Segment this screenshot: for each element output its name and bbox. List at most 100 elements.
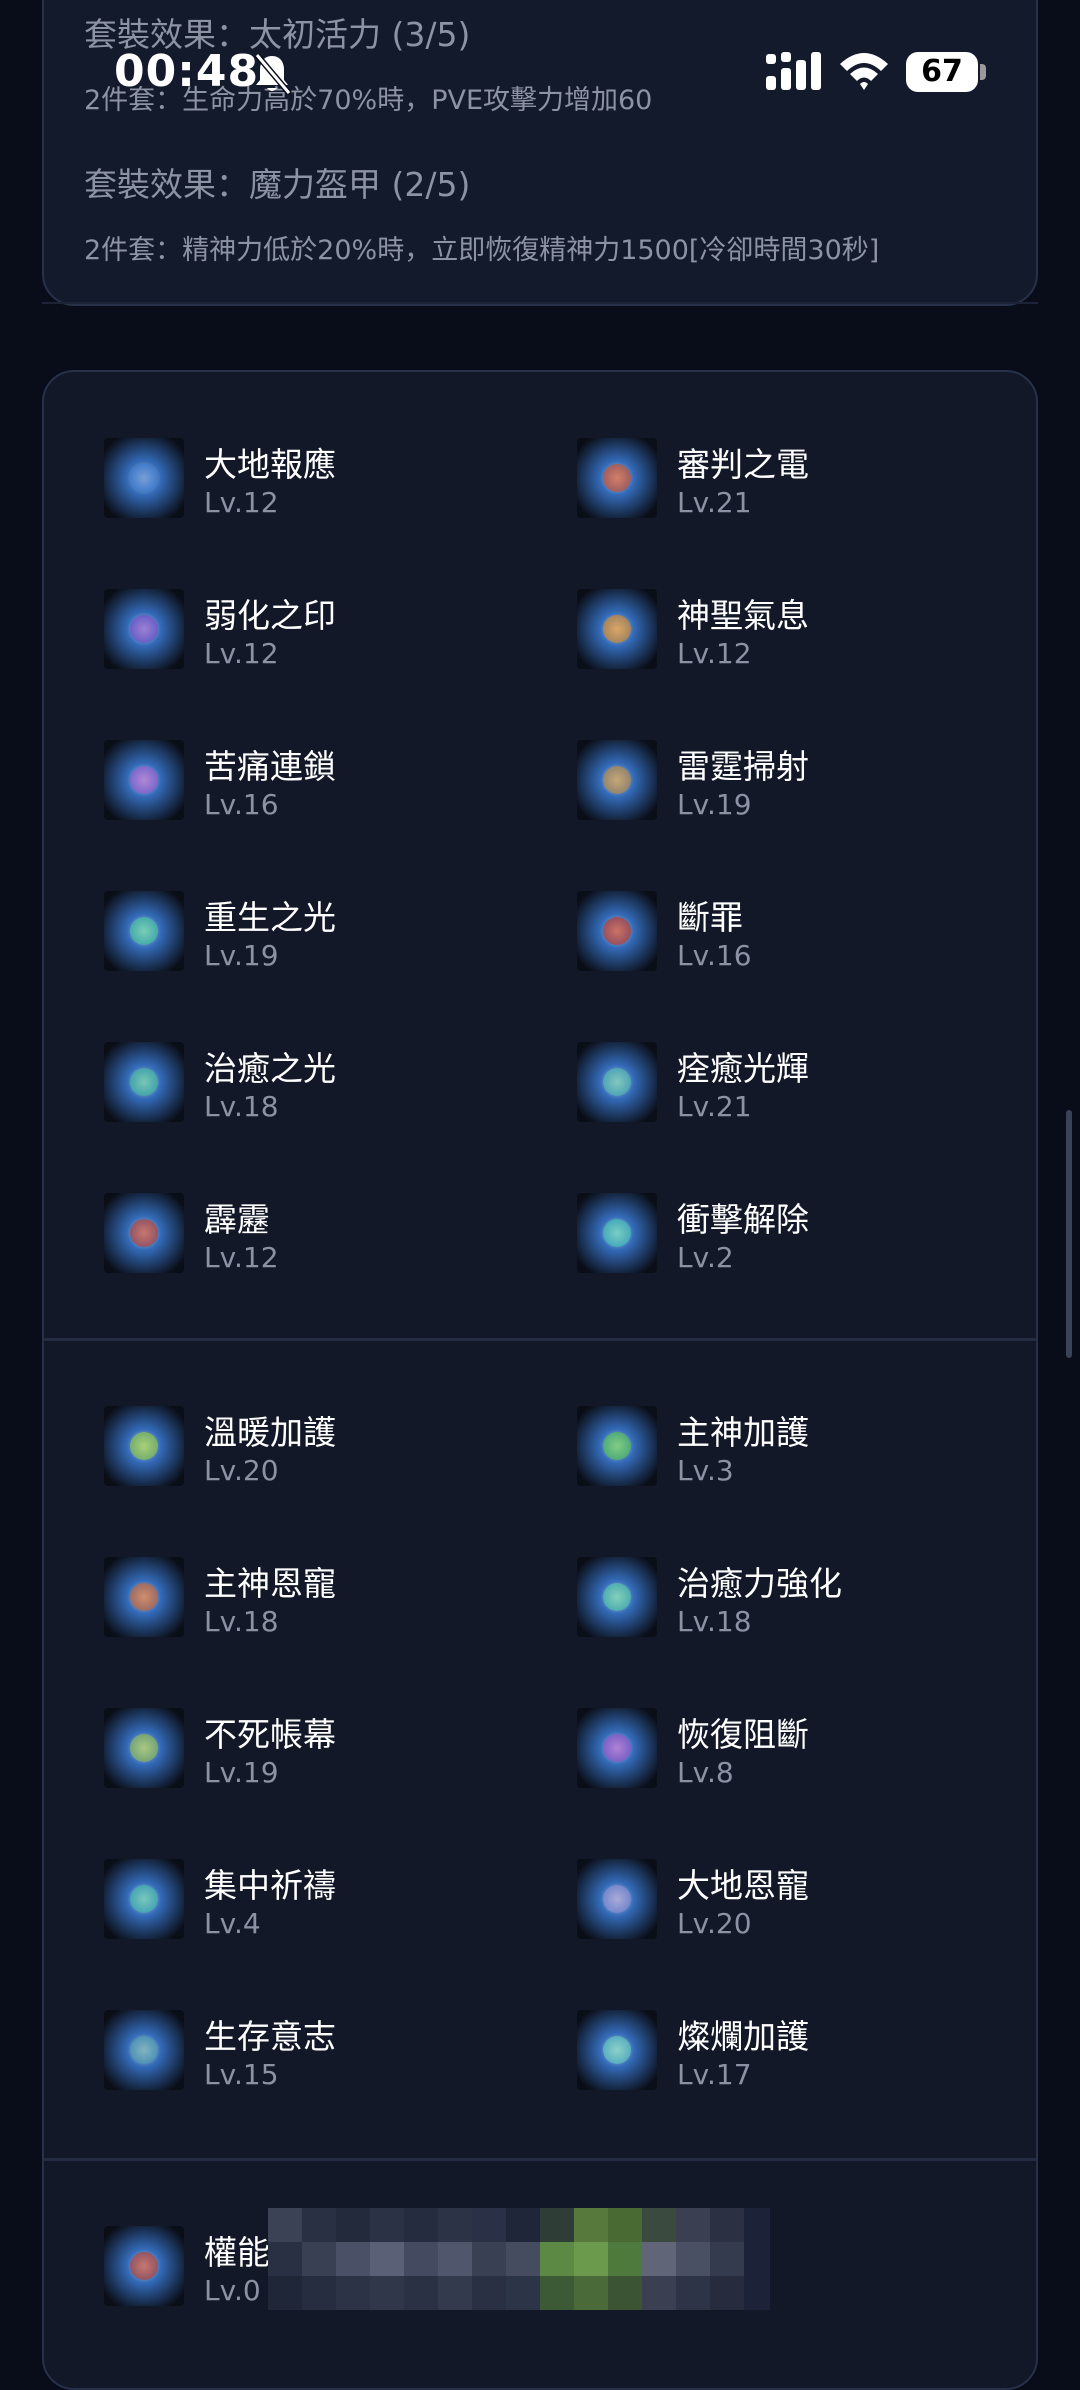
skill-name: 大地報應 (204, 445, 336, 484)
will-to-survive-icon (104, 2010, 184, 2090)
earth-retribution-icon (104, 438, 184, 518)
set-effect-desc: 2件套：精神力低於20%時，立即恢復精神力1500[冷卻時間30秒] (84, 235, 880, 266)
recovery-block-icon (577, 1708, 657, 1788)
shock-release-icon (577, 1193, 657, 1273)
condemn-icon (577, 891, 657, 971)
skill-item[interactable]: 大地報應 Lv.12 (104, 438, 524, 538)
skill-item[interactable]: 弱化之印 Lv.12 (104, 589, 524, 689)
wifi-icon (840, 53, 888, 90)
skill-item[interactable]: 恢復阻斷 Lv.8 (577, 1708, 997, 1808)
skill-name: 治癒之光 (204, 1049, 336, 1088)
skill-level: Lv.16 (204, 788, 279, 821)
section-divider (42, 302, 1038, 304)
skill-item[interactable]: 神聖氣息 Lv.12 (577, 589, 997, 689)
holy-aura-icon (577, 589, 657, 669)
skill-name: 雷霆掃射 (677, 747, 809, 786)
thunderbolt-icon (104, 1193, 184, 1273)
skill-item[interactable]: 斷罪 Lv.16 (577, 891, 997, 991)
skill-item[interactable]: 雷霆掃射 Lv.19 (577, 740, 997, 840)
skill-item[interactable]: 苦痛連鎖 Lv.16 (104, 740, 524, 840)
skill-item[interactable]: 大地恩寵 Lv.20 (577, 1859, 997, 1959)
skill-level: Lv.16 (677, 939, 752, 972)
skill-level: Lv.12 (204, 486, 279, 519)
skill-name: 不死帳幕 (204, 1715, 336, 1754)
skill-level: Lv.12 (204, 1241, 279, 1274)
skill-item[interactable]: 生存意志 Lv.15 (104, 2010, 524, 2110)
status-time: 00:48 (114, 46, 260, 97)
skill-level: Lv.8 (677, 1756, 734, 1789)
scrollbar[interactable] (1066, 1110, 1072, 1358)
skill-name: 弱化之印 (204, 596, 336, 635)
skill-level: Lv.18 (677, 1605, 752, 1638)
skill-item[interactable]: 治癒之光 Lv.18 (104, 1042, 524, 1142)
skill-item[interactable]: 主神加護 Lv.3 (577, 1406, 997, 1506)
skill-item[interactable]: 治癒力強化 Lv.18 (577, 1557, 997, 1657)
skill-item[interactable]: 集中祈禱 Lv.4 (104, 1859, 524, 1959)
skill-item[interactable]: 衝擊解除 Lv.2 (577, 1193, 997, 1293)
judgment-lightning-icon (577, 438, 657, 518)
skill-name: 大地恩寵 (677, 1866, 809, 1905)
brilliant-blessing-icon (577, 2010, 657, 2090)
skill-name: 溫暖加護 (204, 1413, 336, 1452)
weaken-seal-icon (104, 589, 184, 669)
silent-bell-icon (254, 53, 292, 95)
skills-card: 大地報應 Lv.12 審判之電 Lv.21 弱化之印 Lv.12 神聖氣息 Lv.12 苦痛連鎖… (42, 370, 1038, 2390)
skill-level: Lv.3 (677, 1454, 734, 1487)
skill-name: 燦爛加護 (677, 2017, 809, 2056)
skill-item[interactable]: 不死帳幕 Lv.19 (104, 1708, 524, 1808)
skill-level: Lv.20 (204, 1454, 279, 1487)
rebirth-light-icon (104, 891, 184, 971)
god-blessing-icon (577, 1406, 657, 1486)
battery-icon: 67 (906, 52, 986, 92)
skill-item[interactable]: 霹靂 Lv.12 (104, 1193, 524, 1293)
skill-name: 生存意志 (204, 2017, 336, 2056)
skill-level: Lv.21 (677, 1090, 752, 1123)
skill-level: Lv.19 (677, 788, 752, 821)
skill-level: Lv.20 (677, 1907, 752, 1940)
skill-level: Lv.19 (204, 939, 279, 972)
skill-level: Lv.18 (204, 1605, 279, 1638)
undying-veil-icon (104, 1708, 184, 1788)
thunder-sweep-icon (577, 740, 657, 820)
skill-item[interactable]: 主神恩寵 Lv.18 (104, 1557, 524, 1657)
skill-name: 苦痛連鎖 (204, 747, 336, 786)
skill-level: Lv.4 (204, 1907, 261, 1940)
healing-light-icon (104, 1042, 184, 1122)
skill-name: 集中祈禱 (204, 1866, 336, 1905)
skill-name: 主神恩寵 (204, 1564, 336, 1603)
skill-level: Lv.15 (204, 2058, 279, 2091)
skill-name: 衝擊解除 (677, 1200, 809, 1239)
status-bar: 00:48 67 (0, 0, 1080, 130)
warm-blessing-icon (104, 1406, 184, 1486)
skill-level: Lv.12 (677, 637, 752, 670)
skill-item[interactable]: 重生之光 Lv.19 (104, 891, 524, 991)
section-separator (44, 2158, 1036, 2161)
skill-level: Lv.12 (204, 637, 279, 670)
healing-boost-icon (577, 1557, 657, 1637)
battery-level: 67 (921, 54, 963, 89)
skill-name: 重生之光 (204, 898, 336, 937)
skill-level: Lv.18 (204, 1090, 279, 1123)
skill-name: 恢復阻斷 (677, 1715, 809, 1754)
recovery-radiance-icon (577, 1042, 657, 1122)
skill-name: 神聖氣息 (677, 596, 809, 635)
skill-name: 痊癒光輝 (677, 1049, 809, 1088)
skill-name: 主神加護 (677, 1413, 809, 1452)
section-separator (44, 1338, 1036, 1341)
set-effect-title: 套裝效果：魔力盔甲 (2/5) (84, 165, 471, 204)
skill-item[interactable]: 審判之電 Lv.21 (577, 438, 997, 538)
god-grace-icon (104, 1557, 184, 1637)
skill-name: 治癒力強化 (677, 1564, 842, 1603)
skill-level: Lv.19 (204, 1756, 279, 1789)
focused-prayer-icon (104, 1859, 184, 1939)
earth-grace-icon (577, 1859, 657, 1939)
skill-level: Lv.2 (677, 1241, 734, 1274)
skill-name: 權能 (204, 2233, 270, 2272)
skill-item[interactable]: 燦爛加護 Lv.17 (577, 2010, 997, 2110)
skill-level: Lv.0 (204, 2274, 261, 2307)
skill-name: 斷罪 (677, 898, 743, 937)
pain-chain-icon (104, 740, 184, 820)
skill-item[interactable]: 溫暖加護 Lv.20 (104, 1406, 524, 1506)
skill-item[interactable]: 痊癒光輝 Lv.21 (577, 1042, 997, 1142)
skill-name: 審判之電 (677, 445, 809, 484)
